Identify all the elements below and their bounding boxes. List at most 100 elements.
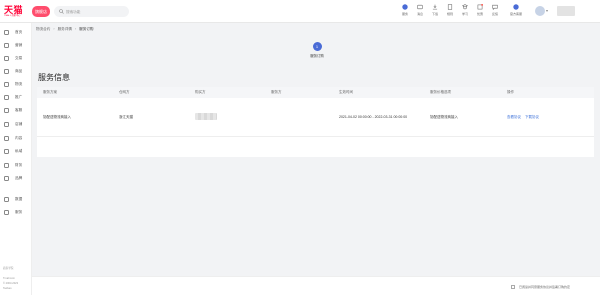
username-blurred[interactable] [557,6,575,16]
sidebar-item-logistics[interactable]: 物流 [4,81,30,89]
toolbar-message-label: 消息 [416,11,423,16]
agreement-text: 已阅读并同意服务协议并签署订购约定 [519,284,571,289]
column-header: 仓网方 [113,87,189,98]
toolbar-study-label: 学习 [461,11,468,16]
feedback-icon [492,4,498,10]
sidebar-item-customer-service[interactable]: 客服 [4,107,30,115]
content-icon [4,136,9,141]
logo-subtitle: TMALL 商家中心 [4,15,21,17]
sidebar-footer-link[interactable]: 商家学院 [3,266,13,270]
toolbar-message[interactable]: 消息 [414,4,426,16]
service-info-card: 服务方案 仓网方 购买方 服务方 生效时间 服务价格选项 操作 协配送物流商接入… [37,87,594,157]
toolbar-download-label: 下载 [431,11,438,16]
sidebar-item-label: 交易 [15,56,23,60]
home-icon [4,30,9,35]
sidebar-item-label: 营销 [15,43,23,47]
sidebar-item-brand[interactable]: 品牌 [4,175,30,183]
sidebar-item-content[interactable]: 内容 [4,135,30,143]
cell-plan: 协配送物流商接入 [37,98,113,137]
column-header: 生效时间 [333,87,424,98]
sidebar-item-goods[interactable]: 商品 [4,68,30,76]
step-label: 服务订购 [310,54,324,58]
data-icon [4,197,9,202]
sidebar: 首页 营销 交易 商品 物流 推广 客服 店铺 内容 私域 财务 品牌 数据 服… [0,23,32,295]
tmall-logo[interactable]: 天猫 TMALL 商家中心 [4,6,28,18]
order-step: 1 服务订购 [305,42,329,58]
column-header: 服务方 [265,87,333,98]
sidebar-item-label: 财务 [15,163,23,167]
sidebar-item-private-domain[interactable]: 私域 [4,148,30,156]
sidebar-item-finance[interactable]: 财务 [4,162,30,170]
sidebar-item-marketing[interactable]: 营销 [4,42,30,50]
cell-price-option: 协配送物流商接入 [424,98,501,137]
sidebar-item-home[interactable]: 首页 [4,29,30,37]
private-domain-icon [4,149,9,154]
toolbar-service[interactable]: 服务 [399,4,411,16]
toolbar-discount[interactable]: 优惠 [474,4,486,16]
toolbar-feedback[interactable]: 反馈 [489,4,501,16]
table-header-row: 服务方案 仓网方 购买方 服务方 生效时间 服务价格选项 操作 [37,87,594,98]
message-icon [417,4,423,10]
sidebar-item-promotion[interactable]: 推广 [4,94,30,102]
finance-icon [4,163,9,168]
column-header: 服务方案 [37,87,113,98]
top-bar: 天猫 TMALL 商家中心 旗舰店 搜索功能 服务 消息 下载 规则 学习 优惠… [0,0,600,23]
search-icon [59,9,64,14]
main-content: 物流合约 › 服务详情 › 服务订购 1 服务订购 服务信息 服务方案 仓网方 购买方 … [32,23,600,276]
cell-warehouse: 浙江天猫 [113,98,189,137]
sidebar-item-label: 推广 [15,95,23,99]
logistics-icon [4,82,9,87]
step-number: 1 [312,42,322,51]
breadcrumb-separator: › [53,27,55,31]
sidebar-item-trade[interactable]: 交易 [4,55,30,63]
discount-icon [477,4,483,10]
breadcrumb-current: 服务订购 [79,27,94,31]
sidebar-footer-text: Tmall.com [3,277,15,280]
cell-effective-time: 2021-04-02 00:00:00 - 2022-03-31 00:00:0… [333,98,424,137]
sidebar-item-data[interactable]: 数据 [4,196,30,204]
sidebar-footer-text: Taobao [3,287,12,290]
avatar[interactable] [535,6,545,16]
breadcrumb-separator: › [74,27,77,31]
sidebar-footer-text: © 2003-2023 [3,282,19,285]
column-header: 服务价格选项 [424,87,501,98]
store-icon [4,122,9,127]
view-agreement-link[interactable]: 查看协议 [507,115,521,119]
sidebar-item-label: 客服 [15,108,23,112]
breadcrumb-item[interactable]: 物流合约 [36,27,50,31]
chevron-down-icon[interactable]: ▾ [546,8,548,13]
cell-provider [265,98,333,137]
toolbar-support-label: 官方客服 [509,11,522,16]
sidebar-item-label: 服务 [15,210,23,214]
toolbar-support[interactable]: 官方客服 [509,4,523,16]
search-box[interactable]: 搜索功能 [54,6,129,17]
customer-service-icon [4,108,9,113]
toolbar-discount-label: 优惠 [476,11,483,16]
toolbar-study[interactable]: 学习 [459,4,471,16]
sidebar-item-label: 数据 [15,197,23,201]
agreement-checkbox[interactable] [511,284,515,289]
sidebar-item-store[interactable]: 店铺 [4,121,30,129]
toolbar-download[interactable]: 下载 [429,4,441,16]
support-icon [513,4,519,10]
sidebar-item-label: 店铺 [15,122,23,126]
service-table: 服务方案 仓网方 购买方 服务方 生效时间 服务价格选项 操作 协配送物流商接入… [37,87,594,137]
toolbar-rules-label: 规则 [446,11,453,16]
buyer-blurred [195,112,217,120]
store-type-button[interactable]: 旗舰店 [32,6,50,17]
goods-icon [4,69,9,74]
toolbar-feedback-label: 反馈 [491,11,498,16]
service-icon [402,4,408,10]
toolbar-service-label: 服务 [401,11,408,16]
study-icon [462,4,468,10]
logo-text: 天猫 [4,5,24,15]
cell-actions: 查看协议 下载协议 [501,98,594,137]
sidebar-item-service[interactable]: 服务 [4,209,30,217]
rules-icon [447,4,453,10]
download-agreement-link[interactable]: 下载协议 [525,115,539,119]
toolbar-rules[interactable]: 规则 [444,4,456,16]
table-row: 协配送物流商接入 浙江天猫 2021-04-02 00:00:00 - 2022… [37,98,594,137]
download-icon [432,4,438,10]
service-icon [4,210,9,215]
breadcrumb-item[interactable]: 服务详情 [58,27,72,31]
